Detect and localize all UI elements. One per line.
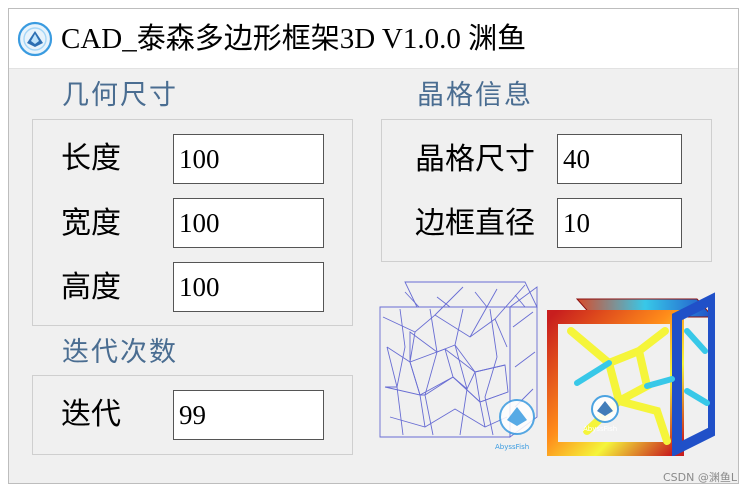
voronoi-solid-preview: AbyssFish — [547, 292, 715, 456]
fish-logo-icon — [17, 21, 53, 57]
height-label: 高度 — [61, 271, 121, 304]
iteration-group-title: 迭代次数 — [62, 337, 178, 368]
window-title: CAD_泰森多边形框架3D V1.0.0 渊鱼 — [61, 23, 527, 55]
length-input[interactable] — [173, 134, 324, 184]
iterations-input[interactable] — [173, 390, 324, 440]
main-window: CAD_泰森多边形框架3D V1.0.0 渊鱼 几何尺寸 长度 宽度 高度 晶格… — [8, 8, 739, 484]
width-input[interactable] — [173, 198, 324, 248]
left-preview-caption: AbyssFish — [495, 443, 529, 451]
geometry-group-title: 几何尺寸 — [62, 80, 178, 111]
csdn-watermark: CSDN @渊鱼L — [663, 471, 737, 484]
iterations-label: 迭代 — [61, 398, 121, 431]
voronoi-wireframe-preview: AbyssFish — [379, 281, 538, 451]
title-bar: CAD_泰森多边形框架3D V1.0.0 渊鱼 — [9, 9, 738, 69]
lattice-size-label: 晶格尺寸 — [415, 143, 535, 176]
width-label: 宽度 — [61, 207, 121, 240]
lattice-group-title: 晶格信息 — [417, 80, 533, 111]
frame-diameter-label: 边框直径 — [415, 207, 535, 240]
length-label: 长度 — [61, 142, 121, 175]
height-input[interactable] — [173, 262, 324, 312]
lattice-size-input[interactable] — [557, 134, 682, 184]
frame-diameter-input[interactable] — [557, 198, 682, 248]
right-preview-caption: AbyssFish — [583, 425, 617, 433]
